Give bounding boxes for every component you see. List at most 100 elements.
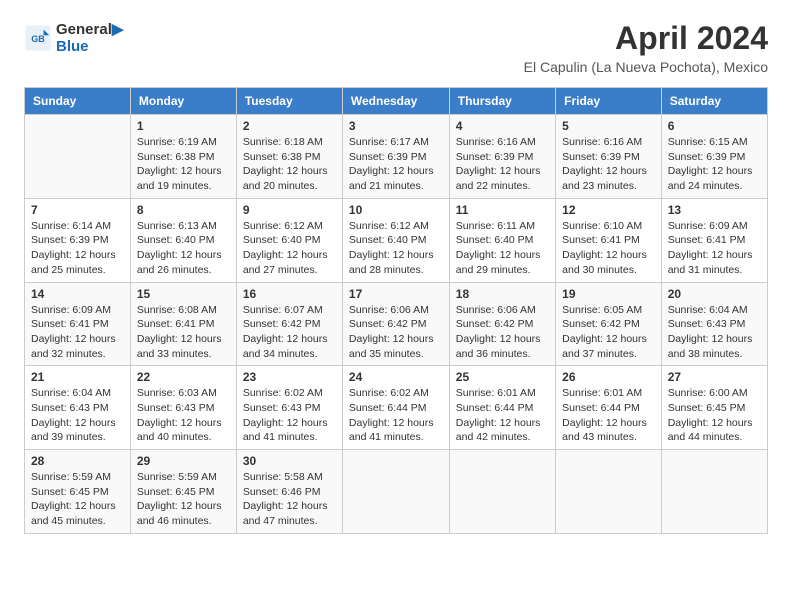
day-info: Sunrise: 6:06 AM Sunset: 6:42 PM Dayligh… [456, 303, 549, 362]
day-number: 23 [243, 370, 336, 384]
day-info: Sunrise: 5:59 AM Sunset: 6:45 PM Dayligh… [31, 470, 124, 529]
calendar-week-row: 21 Sunrise: 6:04 AM Sunset: 6:43 PM Dayli… [25, 366, 768, 450]
day-info: Sunrise: 6:16 AM Sunset: 6:39 PM Dayligh… [562, 135, 655, 194]
day-number: 11 [456, 203, 549, 217]
calendar-week-row: 28Sunrise: 5:59 AM Sunset: 6:45 PM Dayli… [25, 450, 768, 534]
day-info: Sunrise: 6:14 AM Sunset: 6:39 PM Dayligh… [31, 219, 124, 278]
table-row [449, 450, 555, 534]
day-number: 22 [137, 370, 230, 384]
day-number: 12 [562, 203, 655, 217]
table-row [342, 450, 449, 534]
table-row: 11 Sunrise: 6:11 AM Sunset: 6:40 PM Dayli… [449, 198, 555, 282]
day-number: 21 [31, 370, 124, 384]
logo: GB General▶ Blue [24, 20, 123, 55]
table-row: 28Sunrise: 5:59 AM Sunset: 6:45 PM Dayli… [25, 450, 131, 534]
day-number: 8 [137, 203, 230, 217]
table-row: 9 Sunrise: 6:12 AM Sunset: 6:40 PM Daylig… [236, 198, 342, 282]
table-row: 6 Sunrise: 6:15 AM Sunset: 6:39 PM Daylig… [661, 115, 767, 199]
day-info: Sunrise: 6:08 AM Sunset: 6:41 PM Dayligh… [137, 303, 230, 362]
day-info: Sunrise: 6:01 AM Sunset: 6:44 PM Dayligh… [562, 386, 655, 445]
col-wednesday: Wednesday [342, 88, 449, 115]
table-row: 14 Sunrise: 6:09 AM Sunset: 6:41 PM Dayli… [25, 282, 131, 366]
day-number: 24 [349, 370, 443, 384]
day-info: Sunrise: 6:09 AM Sunset: 6:41 PM Dayligh… [31, 303, 124, 362]
day-number: 3 [349, 119, 443, 133]
table-row [25, 115, 131, 199]
table-row: 7 Sunrise: 6:14 AM Sunset: 6:39 PM Daylig… [25, 198, 131, 282]
day-number: 29 [137, 454, 230, 468]
day-number: 26 [562, 370, 655, 384]
day-number: 6 [668, 119, 761, 133]
table-row: 22 Sunrise: 6:03 AM Sunset: 6:43 PM Dayli… [130, 366, 236, 450]
day-number: 10 [349, 203, 443, 217]
table-row: 10Sunrise: 6:12 AM Sunset: 6:40 PM Dayli… [342, 198, 449, 282]
day-number: 18 [456, 287, 549, 301]
day-number: 20 [668, 287, 761, 301]
day-number: 14 [31, 287, 124, 301]
logo-icon: GB [24, 24, 52, 52]
day-number: 19 [562, 287, 655, 301]
table-row: 30Sunrise: 5:58 AM Sunset: 6:46 PM Dayli… [236, 450, 342, 534]
table-row: 27Sunrise: 6:00 AM Sunset: 6:45 PM Dayli… [661, 366, 767, 450]
table-row: 17Sunrise: 6:06 AM Sunset: 6:42 PM Dayli… [342, 282, 449, 366]
day-number: 7 [31, 203, 124, 217]
svg-text:GB: GB [31, 34, 45, 44]
table-row: 12 Sunrise: 6:10 AM Sunset: 6:41 PM Dayli… [556, 198, 662, 282]
table-row: 18 Sunrise: 6:06 AM Sunset: 6:42 PM Dayli… [449, 282, 555, 366]
table-row: 29 Sunrise: 5:59 AM Sunset: 6:45 PM Dayli… [130, 450, 236, 534]
day-info: Sunrise: 6:06 AM Sunset: 6:42 PM Dayligh… [349, 303, 443, 362]
day-number: 25 [456, 370, 549, 384]
table-row: 16 Sunrise: 6:07 AM Sunset: 6:42 PM Dayli… [236, 282, 342, 366]
calendar-week-row: 7 Sunrise: 6:14 AM Sunset: 6:39 PM Daylig… [25, 198, 768, 282]
col-monday: Monday [130, 88, 236, 115]
table-row [661, 450, 767, 534]
day-info: Sunrise: 6:19 AM Sunset: 6:38 PM Dayligh… [137, 135, 230, 194]
calendar-subtitle: El Capulin (La Nueva Pochota), Mexico [524, 59, 768, 75]
day-number: 15 [137, 287, 230, 301]
day-number: 4 [456, 119, 549, 133]
col-thursday: Thursday [449, 88, 555, 115]
day-info: Sunrise: 6:12 AM Sunset: 6:40 PM Dayligh… [243, 219, 336, 278]
day-info: Sunrise: 6:16 AM Sunset: 6:39 PM Dayligh… [456, 135, 549, 194]
day-info: Sunrise: 6:10 AM Sunset: 6:41 PM Dayligh… [562, 219, 655, 278]
day-info: Sunrise: 6:18 AM Sunset: 6:38 PM Dayligh… [243, 135, 336, 194]
day-info: Sunrise: 6:09 AM Sunset: 6:41 PM Dayligh… [668, 219, 761, 278]
day-number: 27 [668, 370, 761, 384]
table-row: 4 Sunrise: 6:16 AM Sunset: 6:39 PM Daylig… [449, 115, 555, 199]
logo-text: General▶ Blue [56, 20, 123, 55]
day-info: Sunrise: 6:17 AM Sunset: 6:39 PM Dayligh… [349, 135, 443, 194]
table-row: 21 Sunrise: 6:04 AM Sunset: 6:43 PM Dayli… [25, 366, 131, 450]
day-info: Sunrise: 6:02 AM Sunset: 6:44 PM Dayligh… [349, 386, 443, 445]
table-row [556, 450, 662, 534]
day-number: 30 [243, 454, 336, 468]
day-number: 2 [243, 119, 336, 133]
col-saturday: Saturday [661, 88, 767, 115]
col-sunday: Sunday [25, 88, 131, 115]
day-info: Sunrise: 6:11 AM Sunset: 6:40 PM Dayligh… [456, 219, 549, 278]
day-info: Sunrise: 6:04 AM Sunset: 6:43 PM Dayligh… [668, 303, 761, 362]
calendar-week-row: 1 Sunrise: 6:19 AM Sunset: 6:38 PM Daylig… [25, 115, 768, 199]
day-info: Sunrise: 6:01 AM Sunset: 6:44 PM Dayligh… [456, 386, 549, 445]
table-row: 19Sunrise: 6:05 AM Sunset: 6:42 PM Dayli… [556, 282, 662, 366]
table-row: 2 Sunrise: 6:18 AM Sunset: 6:38 PM Daylig… [236, 115, 342, 199]
day-info: Sunrise: 6:13 AM Sunset: 6:40 PM Dayligh… [137, 219, 230, 278]
day-info: Sunrise: 6:03 AM Sunset: 6:43 PM Dayligh… [137, 386, 230, 445]
day-number: 1 [137, 119, 230, 133]
col-friday: Friday [556, 88, 662, 115]
table-row: 20 Sunrise: 6:04 AM Sunset: 6:43 PM Dayli… [661, 282, 767, 366]
table-row: 23 Sunrise: 6:02 AM Sunset: 6:43 PM Dayli… [236, 366, 342, 450]
day-info: Sunrise: 6:04 AM Sunset: 6:43 PM Dayligh… [31, 386, 124, 445]
day-number: 13 [668, 203, 761, 217]
table-row: 15 Sunrise: 6:08 AM Sunset: 6:41 PM Dayli… [130, 282, 236, 366]
calendar-table: Sunday Monday Tuesday Wednesday Thursday… [24, 87, 768, 534]
table-row: 26 Sunrise: 6:01 AM Sunset: 6:44 PM Dayli… [556, 366, 662, 450]
day-number: 9 [243, 203, 336, 217]
day-info: Sunrise: 6:15 AM Sunset: 6:39 PM Dayligh… [668, 135, 761, 194]
table-row: 25 Sunrise: 6:01 AM Sunset: 6:44 PM Dayli… [449, 366, 555, 450]
day-info: Sunrise: 5:59 AM Sunset: 6:45 PM Dayligh… [137, 470, 230, 529]
table-row: 24 Sunrise: 6:02 AM Sunset: 6:44 PM Dayli… [342, 366, 449, 450]
day-number: 16 [243, 287, 336, 301]
calendar-title: April 2024 [524, 20, 768, 57]
day-info: Sunrise: 6:02 AM Sunset: 6:43 PM Dayligh… [243, 386, 336, 445]
day-info: Sunrise: 6:07 AM Sunset: 6:42 PM Dayligh… [243, 303, 336, 362]
